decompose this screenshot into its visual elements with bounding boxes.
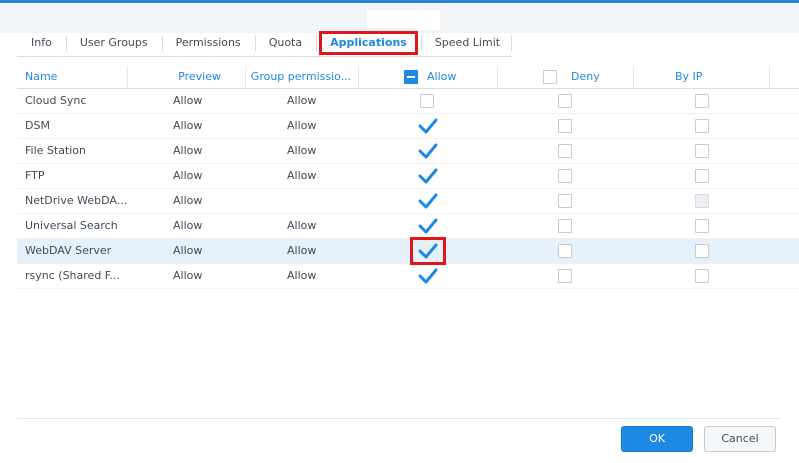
byip-checkbox[interactable] xyxy=(695,119,709,133)
row-preview: Allow xyxy=(173,244,203,257)
row-group-permission: Allow xyxy=(287,219,317,232)
checkmark-icon xyxy=(418,193,438,209)
tab-applications-label: Applications xyxy=(330,36,407,49)
row-app-name: NetDrive WebDA... xyxy=(25,194,128,207)
table-row[interactable]: rsync (Shared F... Allow Allow xyxy=(17,264,799,289)
deny-all-checkbox[interactable] xyxy=(543,70,557,84)
allow-checkbox[interactable] xyxy=(417,142,439,160)
table-row[interactable]: Universal Search Allow Allow xyxy=(17,214,799,239)
checkmark-icon xyxy=(418,118,438,134)
byip-checkbox[interactable] xyxy=(695,94,709,108)
tab-user-groups[interactable]: User Groups xyxy=(65,30,162,56)
allow-checkbox[interactable] xyxy=(417,192,439,210)
byip-checkbox[interactable] xyxy=(695,269,709,283)
tab-speed-limit-label: Speed Limit xyxy=(434,36,501,49)
col-header-byip[interactable]: By IP xyxy=(667,66,735,88)
row-app-name: Cloud Sync xyxy=(25,94,87,107)
row-app-name: DSM xyxy=(25,119,50,132)
row-app-name: Universal Search xyxy=(25,219,118,232)
table-row[interactable]: DSM Allow Allow xyxy=(17,114,799,139)
table-row[interactable]: WebDAV Server Allow Allow xyxy=(17,237,799,265)
row-group-permission: Allow xyxy=(287,244,317,257)
grid-header: Name Group permissio... Allow Deny By IP… xyxy=(17,66,799,89)
col-separator xyxy=(633,66,634,88)
row-preview: Allow xyxy=(173,219,203,232)
deny-checkbox[interactable] xyxy=(558,94,572,108)
cancel-button[interactable]: Cancel xyxy=(704,426,776,452)
checkmark-icon xyxy=(418,218,438,234)
row-app-name: File Station xyxy=(25,144,87,157)
table-row[interactable]: FTP Allow Allow xyxy=(17,164,799,189)
col-header-deny[interactable]: Deny xyxy=(563,66,631,88)
tab-quota[interactable]: Quota xyxy=(254,30,316,56)
tab-info[interactable]: Info xyxy=(17,30,66,56)
tab-quota-label: Quota xyxy=(268,36,303,49)
row-preview: Allow xyxy=(173,119,203,132)
row-group-permission: Allow xyxy=(287,144,317,157)
tab-bar: Info User Groups Permissions Quota Appli… xyxy=(17,30,512,57)
row-group-permission: Allow xyxy=(287,169,317,182)
checkmark-icon xyxy=(418,143,438,159)
ok-button[interactable]: OK xyxy=(621,426,693,452)
row-app-name: WebDAV Server xyxy=(25,244,112,257)
deny-checkbox[interactable] xyxy=(558,144,572,158)
col-separator xyxy=(769,66,770,88)
row-preview: Allow xyxy=(173,94,203,107)
table-row[interactable]: NetDrive WebDA... Allow xyxy=(17,189,799,214)
col-separator xyxy=(497,66,498,88)
row-app-name: rsync (Shared F... xyxy=(25,269,120,282)
col-header-preview-label: Preview xyxy=(178,70,221,83)
allow-checkbox[interactable] xyxy=(417,117,439,135)
allow-checkbox[interactable] xyxy=(417,167,439,185)
deny-checkbox[interactable] xyxy=(558,194,572,208)
allow-checkbox[interactable] xyxy=(417,267,439,285)
checkbox-highlight-box xyxy=(410,237,446,265)
row-group-permission: Allow xyxy=(287,119,317,132)
checkmark-icon xyxy=(418,168,438,184)
tab-user-groups-label: User Groups xyxy=(79,36,148,49)
allow-all-checkbox[interactable] xyxy=(404,70,418,84)
tab-permissions[interactable]: Permissions xyxy=(161,30,255,56)
row-preview: Allow xyxy=(173,169,203,182)
allow-checkbox[interactable] xyxy=(420,94,434,108)
byip-checkbox[interactable] xyxy=(695,244,709,258)
row-group-permission: Allow xyxy=(287,94,317,107)
applications-grid: Name Group permissio... Allow Deny By IP… xyxy=(17,66,799,289)
deny-checkbox[interactable] xyxy=(558,219,572,233)
byip-checkbox[interactable] xyxy=(695,144,709,158)
table-row[interactable]: File Station Allow Allow xyxy=(17,139,799,164)
row-preview: Allow xyxy=(173,194,203,207)
deny-checkbox[interactable] xyxy=(558,269,572,283)
row-app-name: FTP xyxy=(25,169,45,182)
dialog-title-area xyxy=(367,10,440,30)
deny-checkbox[interactable] xyxy=(558,119,572,133)
tab-separator xyxy=(511,35,512,51)
col-header-group[interactable]: Group permissio... xyxy=(245,66,357,88)
byip-checkbox[interactable] xyxy=(695,219,709,233)
byip-checkbox xyxy=(695,194,709,208)
byip-checkbox[interactable] xyxy=(695,169,709,183)
grid-body: Cloud Sync Allow Allow DSM Allow Allow File St… xyxy=(17,89,799,289)
col-separator xyxy=(127,66,128,88)
deny-checkbox[interactable] xyxy=(558,169,572,183)
row-group-permission xyxy=(287,189,367,213)
footer-divider xyxy=(17,418,782,419)
deny-checkbox[interactable] xyxy=(558,244,572,258)
checkmark-icon xyxy=(418,268,438,284)
row-preview: Allow xyxy=(173,144,203,157)
allow-checkbox[interactable] xyxy=(417,217,439,235)
tab-applications[interactable]: Applications xyxy=(316,30,421,56)
row-preview: Allow xyxy=(173,269,203,282)
tab-info-label: Info xyxy=(31,36,52,49)
tab-permissions-label: Permissions xyxy=(175,36,241,49)
tab-speed-limit[interactable]: Speed Limit xyxy=(420,30,514,56)
col-header-preview[interactable]: Preview xyxy=(129,66,247,88)
table-row[interactable]: Cloud Sync Allow Allow xyxy=(17,89,799,114)
col-header-allow[interactable]: Allow xyxy=(419,66,487,88)
col-separator xyxy=(358,66,359,88)
row-group-permission: Allow xyxy=(287,269,317,282)
